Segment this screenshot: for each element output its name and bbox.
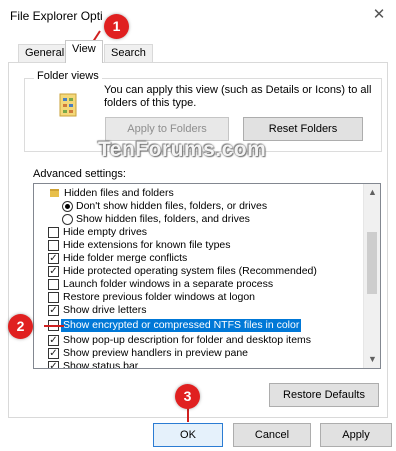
scroll-up-icon[interactable]: ▲ [364, 184, 380, 201]
radio-button[interactable] [62, 214, 73, 225]
checkbox[interactable] [48, 279, 59, 290]
tab-strip: General View Search [0, 40, 396, 63]
ok-button[interactable]: OK [153, 423, 223, 447]
annotation-badge-1: 1 [104, 14, 129, 39]
tree-item-label: Show encrypted or compressed NTFS files … [61, 319, 302, 332]
checkbox[interactable]: ✓ [48, 305, 59, 316]
title-bar: File Explorer Opti ✕ [0, 0, 396, 34]
scroll-thumb[interactable] [367, 232, 377, 294]
annotation-badge-2: 2 [8, 314, 33, 339]
window-title: File Explorer Opti [10, 9, 103, 23]
tree-item-label: Show hidden files, folders, and drives [76, 213, 250, 225]
scroll-down-icon[interactable]: ▼ [364, 351, 380, 368]
tree-item-label: Show status bar [63, 360, 139, 369]
tree-item-label: Show pop-up description for folder and d… [63, 334, 312, 346]
tree-item-label: Restore previous folder windows at logon [63, 291, 256, 303]
checkbox[interactable]: ✓ [48, 253, 59, 264]
tree-item-label: Hide protected operating system files (R… [63, 265, 317, 277]
tree-item-label: Hide extensions for known file types [63, 239, 231, 251]
checkbox[interactable]: ✓ [48, 348, 59, 359]
tree-item-label: Hidden files and folders [64, 187, 174, 199]
annotation-badge-3: 3 [175, 384, 200, 409]
tree-item-label: Show preview handlers in preview pane [63, 347, 249, 359]
tree-item-label: Launch folder windows in a separate proc… [63, 278, 274, 290]
tab-view[interactable]: View [65, 40, 103, 63]
tree-item-label: Hide folder merge conflicts [63, 252, 188, 264]
checkbox[interactable] [48, 227, 59, 238]
folder-views-label: Folder views [34, 70, 102, 82]
restore-defaults-button[interactable]: Restore Defaults [269, 383, 379, 407]
tree-item-label: Hide empty drives [63, 226, 148, 238]
checkbox[interactable]: ✓ [48, 361, 59, 368]
checkbox[interactable] [48, 292, 59, 303]
cancel-button[interactable]: Cancel [233, 423, 311, 447]
checkbox[interactable]: ✓ [48, 335, 59, 346]
radio-button[interactable] [62, 201, 73, 212]
tab-search[interactable]: Search [104, 44, 153, 62]
tab-general[interactable]: General [18, 44, 72, 62]
folder-views-icon [59, 93, 77, 117]
checkbox[interactable] [48, 240, 59, 251]
annotation-arrow-2 [44, 325, 64, 327]
checkbox[interactable]: ✓ [48, 266, 59, 277]
advanced-settings-tree[interactable]: Hidden files and folders Don't show hidd… [33, 183, 381, 369]
tree-item-label: Don't show hidden files, folders, or dri… [76, 200, 268, 212]
folder-views-description: You can apply this view (such as Details… [104, 84, 372, 109]
tree-scrollbar[interactable]: ▲ ▼ [363, 184, 380, 368]
tree-item-label: Show drive letters [63, 304, 147, 316]
folder-icon [50, 189, 59, 197]
watermark: TenForums.com [98, 138, 267, 161]
close-icon[interactable]: ✕ [370, 6, 388, 24]
advanced-settings-label: Advanced settings: [33, 168, 126, 180]
apply-button[interactable]: Apply [320, 423, 392, 447]
